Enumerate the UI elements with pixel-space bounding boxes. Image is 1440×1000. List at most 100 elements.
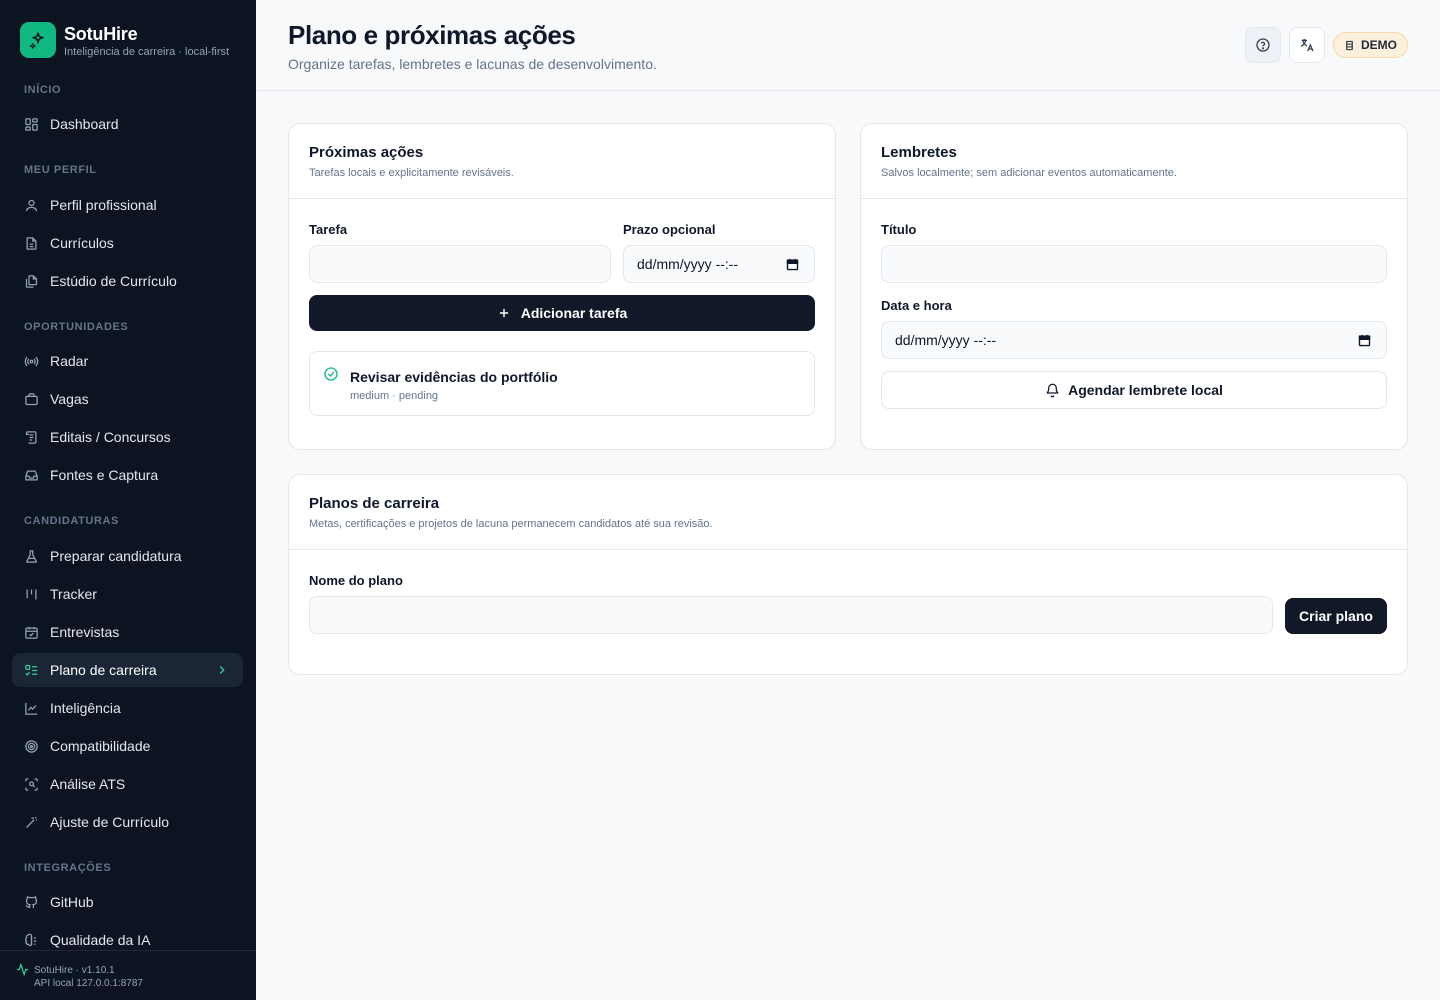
nav-section-inicio: INÍCIO (24, 84, 62, 96)
api-address: API local 127.0.0.1:8787 (34, 978, 143, 989)
help-button[interactable] (1245, 27, 1281, 63)
sidebar-item-inteligencia[interactable]: Inteligência (12, 691, 243, 725)
sidebar-item-label: Análise ATS (50, 776, 126, 792)
sidebar-item-label: GitHub (50, 894, 94, 910)
reminder-title-label: Título (881, 222, 917, 237)
reminder-title-input[interactable] (881, 245, 1387, 283)
schedule-reminder-button[interactable]: Agendar lembrete local (881, 371, 1387, 409)
sidebar-item-label: Plano de carreira (50, 662, 157, 678)
calendar-check-icon (24, 625, 39, 640)
sidebar-item-analise-ats[interactable]: Análise ATS (12, 767, 243, 801)
page-header: Plano e próximas ações Organize tarefas,… (256, 0, 1440, 91)
task-input[interactable] (309, 245, 611, 283)
nav-section-integracoes: INTEGRAÇÕES (24, 862, 112, 874)
sidebar-item-vagas[interactable]: Vagas (12, 382, 243, 416)
bell-icon (1046, 383, 1059, 397)
files-icon (24, 274, 39, 289)
target-icon (24, 739, 39, 754)
demo-badge: DEMO (1333, 32, 1408, 58)
radar-icon (24, 354, 39, 369)
sidebar-item-entrevistas[interactable]: Entrevistas (12, 615, 243, 649)
career-plans-card: Planos de carreira Metas, certificações … (288, 474, 1408, 675)
sidebar-item-dashboard[interactable]: Dashboard (12, 107, 243, 141)
sidebar-item-fontes[interactable]: Fontes e Captura (12, 458, 243, 492)
next-actions-header: Próximas ações Tarefas locais e explicit… (289, 124, 835, 199)
sidebar-item-perfil[interactable]: Perfil profissional (12, 188, 243, 222)
scan-icon (24, 777, 39, 792)
career-plans-title: Planos de carreira (309, 495, 440, 512)
nav-section-meu-perfil: MEU PERFIL (24, 164, 97, 176)
briefcase-icon (24, 392, 39, 407)
brain-icon (24, 933, 39, 948)
task-title: Revisar evidências do portfólio (350, 369, 558, 385)
sidebar-item-tracker[interactable]: Tracker (12, 577, 243, 611)
nav-section-candidaturas: CANDIDATURAS (24, 515, 119, 527)
plan-name-input[interactable] (309, 596, 1273, 634)
sidebar-item-label: Compatibilidade (50, 738, 151, 754)
calendar-icon[interactable] (1357, 333, 1372, 348)
add-task-label: Adicionar tarefa (520, 305, 628, 321)
user-icon (24, 198, 39, 213)
sidebar-item-label: Vagas (50, 391, 89, 407)
brand-name: SotuHire (64, 23, 138, 44)
page-title: Plano e próximas ações (288, 20, 576, 50)
help-circle-icon (1256, 38, 1270, 52)
list-todo-icon (24, 663, 39, 678)
task-item[interactable]: Revisar evidências do portfólio medium ·… (309, 351, 815, 416)
activity-icon (17, 963, 28, 976)
sidebar-item-preparar[interactable]: Preparar candidatura (12, 539, 243, 573)
dashboard-icon (24, 117, 39, 132)
sidebar-item-radar[interactable]: Radar (12, 344, 243, 378)
chevron-right-icon (219, 666, 225, 674)
sidebar-item-label: Editais / Concursos (50, 429, 171, 445)
sidebar-item-label: Tracker (50, 586, 97, 602)
sidebar-item-editais[interactable]: Editais / Concursos (12, 420, 243, 454)
reminder-datetime-value: dd/mm/yyyy --:-- (895, 332, 997, 348)
check-circle-icon[interactable] (323, 366, 339, 382)
sidebar-item-label: Preparar candidatura (50, 548, 182, 564)
schedule-reminder-label: Agendar lembrete local (1068, 382, 1223, 398)
sidebar-item-label: Entrevistas (50, 624, 120, 640)
reminders-card: Lembretes Salvos localmente; sem adicion… (860, 123, 1408, 450)
sidebar-item-label: Inteligência (50, 700, 121, 716)
brand-subtitle: Inteligência de carreira · local-first (64, 45, 230, 58)
line-chart-icon (24, 701, 39, 716)
task-label: Tarefa (309, 222, 348, 237)
kanban-icon (24, 587, 39, 602)
sidebar-item-label: Ajuste de Currículo (50, 814, 170, 830)
sidebar-item-curriculos[interactable]: Currículos (12, 226, 243, 260)
nav-section-oportunidades: OPORTUNIDADES (24, 321, 129, 333)
sidebar-item-plano-de-carreira[interactable]: Plano de carreira (12, 653, 243, 687)
reminders-description: Salvos localmente; sem adicionar eventos… (881, 167, 1177, 179)
flask-icon (24, 549, 39, 564)
github-icon (24, 895, 39, 910)
sidebar-item-label: Currículos (50, 235, 114, 251)
sidebar-item-label: Perfil profissional (50, 197, 157, 213)
deadline-input[interactable]: dd/mm/yyyy --:-- (623, 245, 815, 283)
create-plan-button[interactable]: Criar plano (1285, 598, 1387, 634)
add-task-button[interactable]: Adicionar tarefa (309, 295, 815, 331)
brand[interactable]: SotuHire Inteligência de carreira · loca… (20, 22, 229, 58)
language-button[interactable] (1289, 27, 1325, 63)
next-actions-card: Próximas ações Tarefas locais e explicit… (288, 123, 836, 450)
database-icon (1346, 40, 1353, 50)
demo-badge-label: DEMO (1361, 38, 1397, 52)
reminder-datetime-input[interactable]: dd/mm/yyyy --:-- (881, 321, 1387, 359)
sidebar-item-ajuste-curriculo[interactable]: Ajuste de Currículo (12, 805, 243, 839)
sidebar-item-label: Radar (50, 353, 89, 369)
sidebar-item-compatibilidade[interactable]: Compatibilidade (12, 729, 243, 763)
languages-icon (1300, 39, 1314, 52)
reminders-header: Lembretes Salvos localmente; sem adicion… (861, 124, 1407, 199)
next-actions-description: Tarefas locais e explicitamente revisáve… (309, 167, 514, 179)
calendar-icon[interactable] (785, 257, 800, 272)
inbox-icon (24, 468, 39, 483)
sidebar-item-label: Qualidade da IA (50, 932, 151, 948)
sidebar-item-label: Estúdio de Currículo (50, 273, 177, 289)
deadline-value: dd/mm/yyyy --:-- (637, 256, 739, 272)
scroll-icon (24, 430, 39, 445)
task-meta: medium · pending (350, 390, 439, 402)
sidebar-item-estudio[interactable]: Estúdio de Currículo (12, 264, 243, 298)
career-plans-header: Planos de carreira Metas, certificações … (289, 475, 1407, 550)
plan-name-label: Nome do plano (309, 573, 403, 588)
sidebar-item-github[interactable]: GitHub (12, 885, 243, 919)
